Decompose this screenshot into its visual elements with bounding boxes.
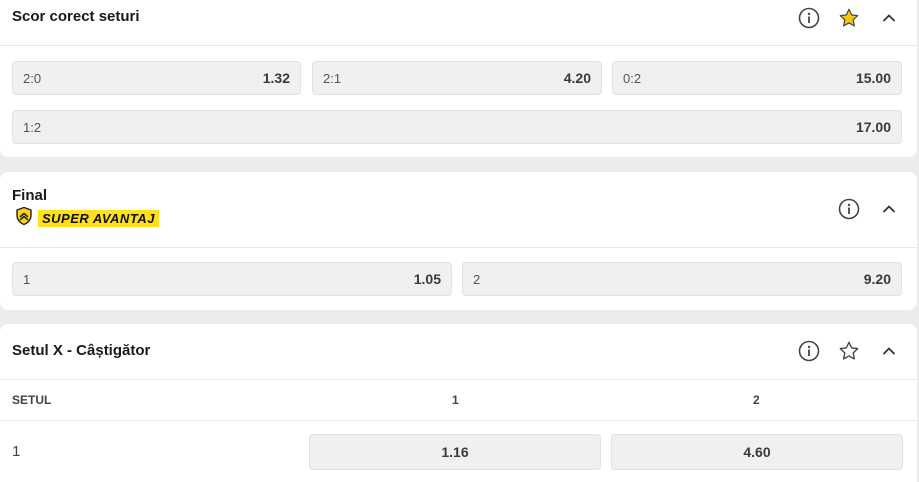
market-header: Scor corect seturi [0,0,917,46]
chevron-up-icon[interactable] [877,339,901,363]
info-icon[interactable] [797,6,821,30]
table-row: 1 1.16 4.60 [0,421,917,482]
market-set-x-winner: Setul X - Câștigător SETUL 1 2 1 1.16 4.… [0,324,917,482]
odd-button[interactable]: 1.16 [309,434,601,470]
odd-button[interactable]: 0:2 15.00 [612,61,902,95]
outcome-label: 1 [23,271,31,287]
odd-value: 17.00 [855,119,891,135]
table-header-row: SETUL 1 2 [0,380,917,421]
odd-value: 1.05 [413,271,441,287]
odd-value: 1.16 [441,444,469,460]
market-final: Final SUPER AVANTAJ 1 1.05 2 9.20 [0,172,917,310]
market-title: Final [12,187,48,204]
outcome-label: 2:0 [23,70,42,86]
odd-button[interactable]: 4.60 [611,434,903,470]
odd-value: 1.32 [262,70,290,86]
outcome-label: 0:2 [623,70,642,86]
column-header-2: 2 [753,393,760,407]
outcome-label: 1:2 [23,119,42,135]
chevron-up-icon[interactable] [877,197,901,221]
odd-button[interactable]: 2:0 1.32 [12,61,301,95]
odd-button[interactable]: 1:2 17.00 [12,110,902,144]
outcome-label: 2 [473,271,481,287]
star-outline-icon[interactable] [837,339,861,363]
column-header-set: SETUL [12,393,52,407]
market-title: Setul X - Câștigător [12,342,151,359]
outcome-label: 2:1 [323,70,342,86]
odd-button[interactable]: 2 9.20 [462,262,902,296]
odd-button[interactable]: 1 1.05 [12,262,452,296]
shield-chevron-icon [14,206,34,231]
odd-button[interactable]: 2:1 4.20 [312,61,602,95]
market-header: Setul X - Câștigător [0,324,917,380]
info-icon[interactable] [797,339,821,363]
set-number: 1 [12,443,21,460]
market-title: Scor corect seturi [12,8,140,25]
odd-value: 9.20 [863,271,891,287]
market-header: Final SUPER AVANTAJ [0,172,917,248]
odd-value: 15.00 [855,70,891,86]
odd-value: 4.20 [563,70,591,86]
market-correct-score-sets: Scor corect seturi 2:0 1.32 2:1 4.20 0:2… [0,0,917,157]
info-icon[interactable] [837,197,861,221]
super-avantaj-badge: SUPER AVANTAJ [14,206,159,231]
column-header-1: 1 [452,393,459,407]
odd-value: 4.60 [743,444,771,460]
star-filled-icon[interactable] [837,6,861,30]
chevron-up-icon[interactable] [877,6,901,30]
badge-label: SUPER AVANTAJ [38,209,159,227]
